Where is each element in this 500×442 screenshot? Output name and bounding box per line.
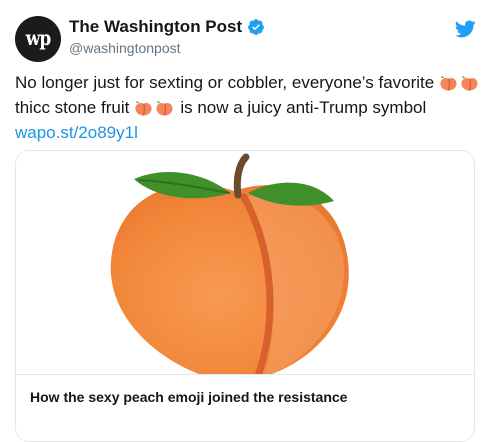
tweet: wp The Washington Post @washingtonpost N… [0, 0, 500, 442]
card-title[interactable]: How the sexy peach emoji joined the resi… [30, 389, 347, 405]
tweet-text-segment-2: thicc stone fruit [15, 98, 130, 117]
peach-emoji-icon [135, 101, 152, 116]
tweet-text-segment-3: is now a juicy anti-Trump symbol [180, 98, 427, 117]
author-handle[interactable]: @washingtonpost [69, 40, 181, 56]
tweet-text-line-3: wapo.st/2o89y1l [15, 120, 485, 145]
peach-emoji-icon [461, 76, 478, 91]
tweet-text: No longer just for sexting or cobbler, e… [15, 70, 485, 145]
author-name-row[interactable]: The Washington Post [69, 17, 265, 37]
tweet-text-line-2: thicc stone fruit is now a juicy anti-Tr… [15, 95, 485, 120]
verified-badge-icon [248, 19, 265, 35]
link-preview-card[interactable]: How the sexy peach emoji joined the resi… [15, 150, 475, 442]
avatar-logo-text: wp [25, 27, 52, 51]
card-image [16, 151, 474, 385]
peach-emoji-icon [440, 76, 457, 91]
display-name[interactable]: The Washington Post [69, 17, 242, 37]
card-divider [16, 374, 474, 375]
tweet-link[interactable]: wapo.st/2o89y1l [15, 120, 138, 145]
tweet-text-line-1: No longer just for sexting or cobbler, e… [15, 70, 485, 95]
peach-emoji-icon [110, 153, 349, 385]
avatar[interactable]: wp [15, 16, 61, 62]
tweet-text-segment-1: No longer just for sexting or cobbler, e… [15, 73, 435, 92]
peach-emoji-icon [156, 101, 173, 116]
twitter-bird-icon[interactable] [454, 18, 476, 40]
